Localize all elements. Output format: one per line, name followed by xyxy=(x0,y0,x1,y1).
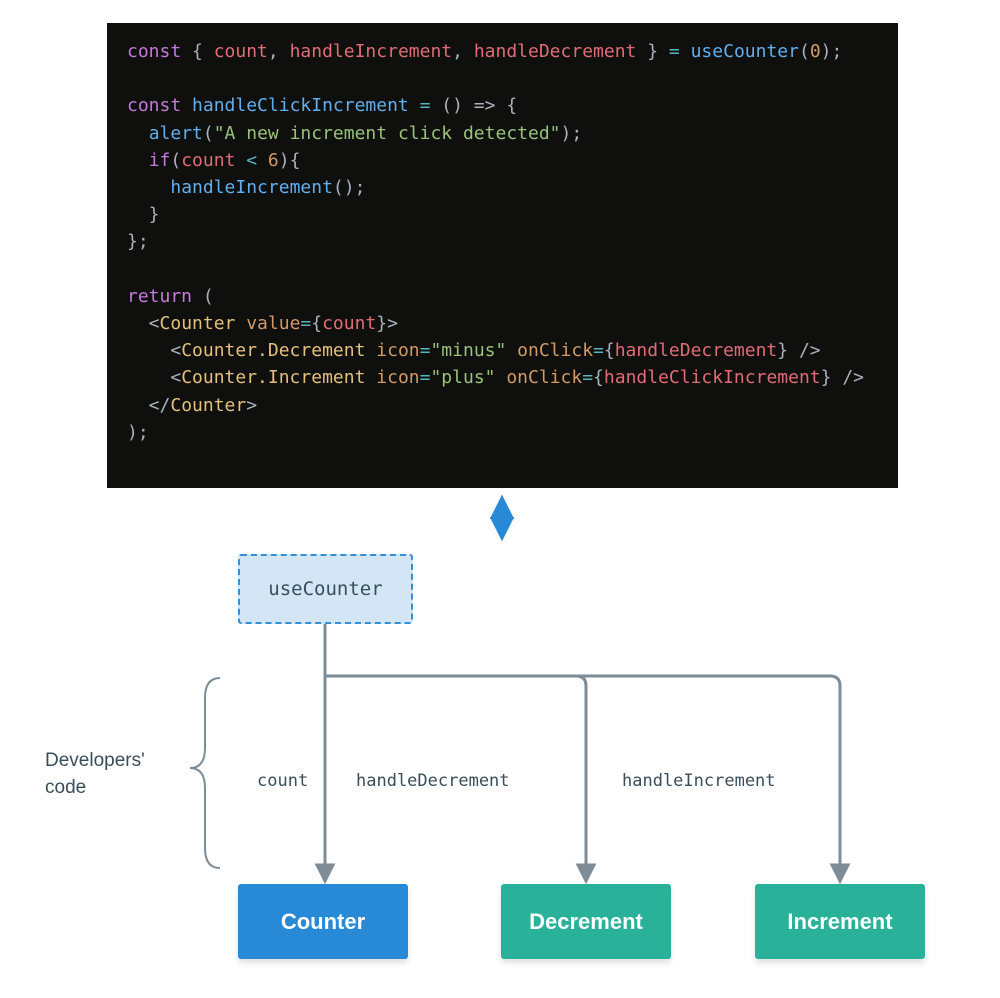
code-token: < xyxy=(235,150,268,171)
code-token: (); xyxy=(333,177,366,198)
code-token: ( xyxy=(203,123,214,144)
code-token: return xyxy=(127,286,192,307)
code-block: const { count, handleIncrement, handleDe… xyxy=(107,23,898,488)
decrement-box: Decrement xyxy=(501,884,671,959)
code-token: onClick xyxy=(517,340,593,361)
code-token: icon xyxy=(376,340,419,361)
code-token: = xyxy=(593,340,604,361)
code-token: count xyxy=(322,313,376,334)
code-token: alert xyxy=(149,123,203,144)
code-token: useCounter xyxy=(691,41,799,62)
code-token: ); xyxy=(127,422,149,443)
dev-label-line2: code xyxy=(45,777,86,798)
code-token: { xyxy=(181,41,214,62)
edge-label-count: count xyxy=(257,771,308,791)
code-token: icon xyxy=(376,367,419,388)
code-token: 0 xyxy=(810,41,821,62)
decrement-label: Decrement xyxy=(529,909,643,935)
edge-label-decrement: handleDecrement xyxy=(356,771,510,791)
code-token: ); xyxy=(821,41,843,62)
code-token xyxy=(365,340,376,361)
edge-label-increment: handleIncrement xyxy=(622,771,776,791)
usecounter-label: useCounter xyxy=(268,578,382,600)
code-token: }; xyxy=(127,231,149,252)
code-token: < xyxy=(127,313,160,334)
code-token: = xyxy=(420,367,431,388)
code-token: < xyxy=(127,340,181,361)
developers-code-label: Developers' code xyxy=(45,748,145,801)
code-token xyxy=(365,367,376,388)
code-token xyxy=(127,150,149,171)
code-token: , xyxy=(452,41,474,62)
code-token: handleIncrement xyxy=(290,41,453,62)
code-token: = xyxy=(420,340,431,361)
code-token: { xyxy=(593,367,604,388)
code-token: () => { xyxy=(441,95,517,116)
code-token: = xyxy=(409,95,442,116)
code-token xyxy=(506,340,517,361)
code-token: "minus" xyxy=(430,340,506,361)
code-token: onClick xyxy=(506,367,582,388)
code-token: ( xyxy=(799,41,810,62)
code-token: handleDecrement xyxy=(615,340,778,361)
code-token: ){ xyxy=(279,150,301,171)
increment-label: Increment xyxy=(787,909,892,935)
code-token: "A new increment click detected" xyxy=(214,123,561,144)
diagram: useCounter Counter Decrement Increment c… xyxy=(0,488,1000,998)
code-token xyxy=(127,177,170,198)
usecounter-box: useCounter xyxy=(238,554,413,624)
code-token: handleClickIncrement xyxy=(604,367,821,388)
increment-box: Increment xyxy=(755,884,925,959)
code-token: }> xyxy=(376,313,398,334)
code-token xyxy=(127,123,149,144)
code-token: handleIncrement xyxy=(170,177,333,198)
code-token: Counter xyxy=(170,395,246,416)
code-token: ); xyxy=(561,123,583,144)
code-token: = xyxy=(669,41,691,62)
code-token: </ xyxy=(127,395,170,416)
code-token: } /> xyxy=(777,340,820,361)
code-token: < xyxy=(127,367,181,388)
curly-brace-icon xyxy=(190,678,220,868)
code-token: ( xyxy=(170,150,181,171)
counter-box: Counter xyxy=(238,884,408,959)
counter-label: Counter xyxy=(281,909,365,935)
code-token: = xyxy=(300,313,311,334)
code-token: 6 xyxy=(268,150,279,171)
dev-label-line1: Developers' xyxy=(45,750,145,771)
code-token: const xyxy=(127,41,181,62)
code-token: { xyxy=(311,313,322,334)
code-token: { xyxy=(604,340,615,361)
code-token: Counter xyxy=(160,313,236,334)
code-token: Counter.Decrement xyxy=(181,340,365,361)
code-token: "plus" xyxy=(430,367,495,388)
code-token: count xyxy=(181,150,235,171)
code-token xyxy=(235,313,246,334)
code-token xyxy=(496,367,507,388)
code-token xyxy=(181,95,192,116)
code-token: , xyxy=(268,41,290,62)
code-token: Counter.Increment xyxy=(181,367,365,388)
code-token: if xyxy=(149,150,171,171)
code-token: > xyxy=(246,395,257,416)
code-token: handleDecrement xyxy=(474,41,637,62)
code-token: const xyxy=(127,95,181,116)
code-token: count xyxy=(214,41,268,62)
code-token: handleClickIncrement xyxy=(192,95,409,116)
code-token: ( xyxy=(192,286,214,307)
code-token: } xyxy=(636,41,669,62)
code-token: value xyxy=(246,313,300,334)
code-token: = xyxy=(582,367,593,388)
code-token: } xyxy=(127,204,160,225)
code-token: } /> xyxy=(821,367,864,388)
